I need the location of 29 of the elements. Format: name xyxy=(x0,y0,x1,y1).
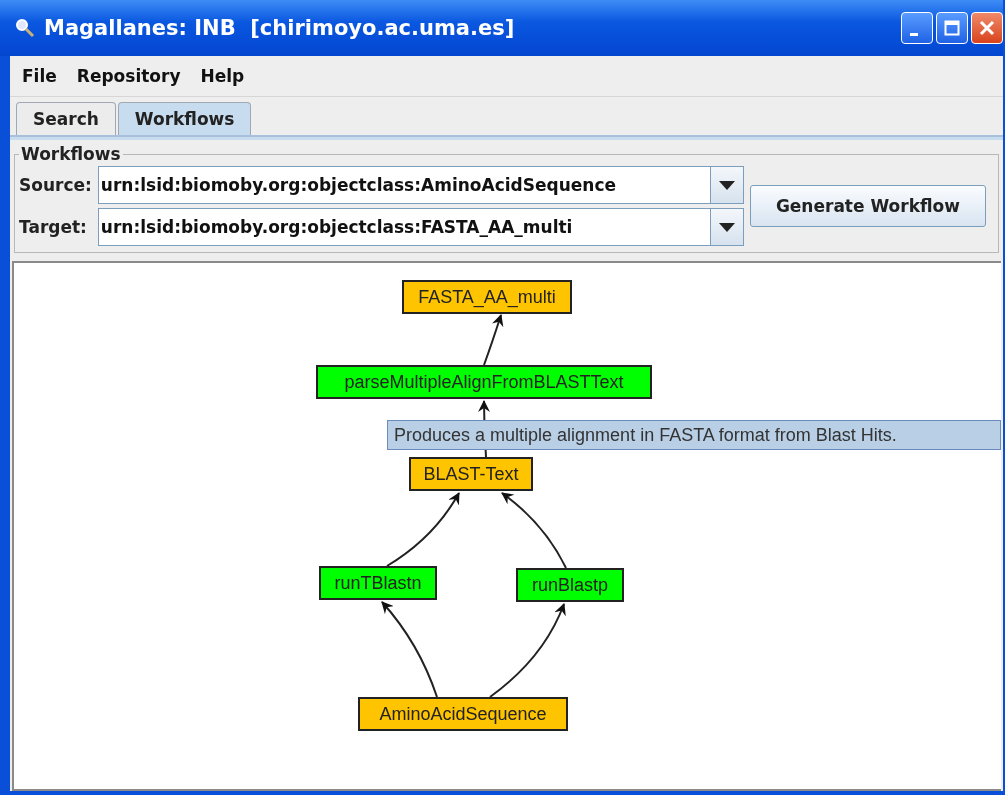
edge-arrow xyxy=(483,314,504,366)
source-label: Source: xyxy=(19,175,92,195)
close-button[interactable] xyxy=(971,12,1003,44)
menu-item[interactable]: Repository xyxy=(76,66,181,86)
maximize-button[interactable] xyxy=(936,12,968,44)
menu-item[interactable]: Help xyxy=(200,66,245,86)
maximize-icon xyxy=(944,20,960,36)
tab[interactable]: Search xyxy=(16,102,116,135)
magnifier-icon xyxy=(14,17,36,39)
graph-node[interactable]: parseMultipleAlignFromBLASTText xyxy=(316,365,652,399)
graph-node[interactable]: FASTA_AA_multi xyxy=(402,280,572,314)
group-title: Workflows xyxy=(20,144,122,164)
caret-icon xyxy=(718,222,735,232)
tooltip: Produces a multiple alignment in FASTA format from Blast Hits. xyxy=(387,420,1001,450)
target-dropdown[interactable]: urn:lsid:biomoby.org:objectclass:FASTA_AA_multi xyxy=(97,208,744,246)
graph-node[interactable]: AminoAcidSequence xyxy=(358,697,568,731)
graph-node[interactable]: runBlastp xyxy=(516,568,624,602)
minimize-icon xyxy=(910,32,918,36)
graph-node[interactable]: BLAST-Text xyxy=(409,457,533,491)
generate-workflow-button[interactable]: Generate Workflow xyxy=(749,185,986,227)
source-dropdown[interactable]: urn:lsid:biomoby.org:objectclass:AminoAcidSequence xyxy=(97,166,744,204)
close-icon xyxy=(979,20,995,36)
window-title: Magallanes: INB [chirimoyo.ac.uma.es] xyxy=(44,16,515,40)
minimize-button[interactable] xyxy=(901,12,933,44)
caret-icon xyxy=(718,180,735,190)
menu-item[interactable]: File xyxy=(22,66,57,86)
graph-node[interactable]: runTBlastn xyxy=(319,566,437,600)
target-label: Target: xyxy=(19,217,88,237)
tab[interactable]: Workflows xyxy=(117,102,252,135)
